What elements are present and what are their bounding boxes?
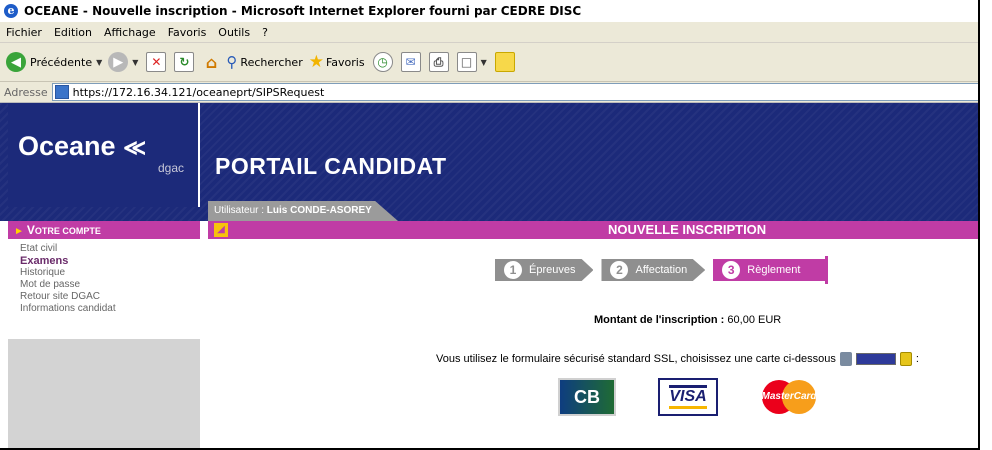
window-title: OCEANE - Nouvelle inscription - Microsof…: [24, 4, 582, 18]
registration-amount: Montant de l'inscription : 60,00 EUR: [594, 314, 781, 326]
user-tab: Utilisateur : Luis CONDE-ASOREY: [208, 201, 398, 221]
favorites-button[interactable]: ★ Favoris: [309, 52, 365, 72]
menu-bar: Fichier Edition Affichage Favoris Outils…: [0, 22, 978, 43]
search-button[interactable]: ⚲ Rechercher: [226, 53, 302, 71]
menu-outils[interactable]: Outils: [212, 26, 256, 39]
logo-subtitle: dgac: [158, 161, 185, 175]
page-icon: [54, 85, 69, 99]
notes-icon[interactable]: [494, 52, 515, 72]
address-input[interactable]: https://172.16.34.121/oceaneprt/SIPSRequ…: [51, 83, 978, 101]
sidebar-menu: Etat civil Examens Historique Mot de pas…: [8, 239, 200, 339]
forward-arrow-icon: ▶: [108, 52, 129, 72]
user-label: Utilisateur :: [214, 205, 265, 216]
refresh-icon[interactable]: ↻: [174, 52, 195, 72]
mail-icon[interactable]: ✉: [400, 52, 421, 72]
steps-progress: 1 Épreuves 2 Affectation 3 Règlement: [495, 256, 836, 284]
back-button[interactable]: ◀ Précédente ▼: [6, 52, 102, 72]
ssl-text: Vous utilisez le formulaire sécurisé sta…: [436, 353, 836, 365]
logo-area[interactable]: Oceane ≪ dgac: [8, 103, 200, 207]
step-affectation: 2 Affectation: [601, 259, 706, 281]
address-bar: Adresse https://172.16.34.121/oceaneprt/…: [0, 82, 978, 103]
mastercard-label: MasterCard: [761, 391, 817, 402]
arrow-icon: ►: [14, 226, 24, 237]
padlock-icon: [899, 352, 912, 366]
sidebar: ► VOTRE COMPTE Etat civil Examens Histori…: [8, 221, 200, 448]
sidebar-item-etat-civil[interactable]: Etat civil: [8, 243, 200, 255]
step-epreuves: 1 Épreuves: [495, 259, 594, 281]
main-header: ◢ NOUVELLE INSCRIPTION: [208, 221, 978, 239]
cb-card-button[interactable]: CB: [558, 378, 616, 416]
sidebar-item-examens[interactable]: Examens: [8, 255, 200, 267]
page-title: NOUVELLE INSCRIPTION: [608, 222, 767, 237]
chevron-down-icon: ▼: [132, 57, 139, 67]
browser-toolbar: ◀ Précédente ▼ ▶ ▼ ✕ ↻ ⌂ ⚲ Rechercher ★ …: [0, 43, 978, 82]
search-label: Rechercher: [240, 55, 303, 69]
menu-affichage[interactable]: Affichage: [98, 26, 162, 39]
ssl-notice: Vous utilisez le formulaire sécurisé sta…: [436, 352, 919, 366]
chevron-down-icon[interactable]: ▼: [481, 58, 487, 67]
address-label: Adresse: [4, 85, 48, 99]
favorites-label: Favoris: [325, 55, 365, 69]
visa-label: VISA: [669, 385, 707, 409]
star-icon: ★: [308, 52, 324, 72]
back-label: Précédente: [30, 55, 93, 69]
page-content: Oceane ≪ dgac PORTAIL CANDIDAT Utilisate…: [0, 103, 978, 448]
amount-label: Montant de l'inscription :: [594, 314, 725, 326]
arrow-icon: ◢: [214, 223, 228, 237]
menu-favoris[interactable]: Favoris: [162, 26, 213, 39]
sidebar-item-historique[interactable]: Historique: [8, 267, 200, 279]
print-icon[interactable]: ⎙: [428, 52, 449, 72]
mastercard-button[interactable]: MasterCard: [760, 378, 818, 416]
chevron-down-icon: ▼: [96, 57, 103, 67]
sidebar-item-retour-site[interactable]: Retour site DGAC: [8, 291, 200, 303]
key-icon: [855, 353, 896, 365]
visa-card-button[interactable]: VISA: [658, 378, 718, 416]
history-icon[interactable]: ◷: [372, 52, 393, 72]
title-bar: e OCEANE - Nouvelle inscription - Micros…: [0, 0, 978, 23]
menu-fichier[interactable]: Fichier: [0, 26, 48, 39]
home-icon[interactable]: ⌂: [202, 53, 220, 72]
address-url: https://172.16.34.121/oceaneprt/SIPSRequ…: [72, 85, 325, 99]
menu-edition[interactable]: Edition: [48, 26, 98, 39]
portal-title: PORTAIL CANDIDAT: [215, 153, 447, 179]
stop-icon[interactable]: ✕: [146, 52, 167, 72]
step-reglement: 3 Règlement: [713, 256, 829, 284]
edit-icon[interactable]: □: [456, 52, 477, 72]
back-arrow-icon: ◀: [6, 52, 26, 72]
user-name: Luis CONDE-ASOREY: [266, 205, 372, 216]
site-banner: Oceane ≪ dgac PORTAIL CANDIDAT Utilisate…: [0, 103, 978, 221]
ie-icon: e: [4, 4, 18, 18]
browser-window: e OCEANE - Nouvelle inscription - Micros…: [0, 0, 980, 450]
logo-text: Oceane ≪: [18, 131, 147, 161]
forward-button[interactable]: ▶ ▼: [108, 52, 138, 72]
computer-lock-icon: [839, 352, 852, 366]
search-icon: ⚲: [226, 53, 238, 71]
cb-label: CB: [574, 386, 600, 407]
menu-help[interactable]: ?: [256, 26, 274, 39]
sidebar-item-informations[interactable]: Informations candidat: [8, 303, 200, 315]
sidebar-heading: ► VOTRE COMPTE: [8, 221, 200, 239]
ssl-suffix: :: [915, 353, 919, 365]
plane-icon: ≪: [123, 135, 147, 160]
amount-value: 60,00 EUR: [727, 314, 782, 326]
sidebar-item-mot-de-passe[interactable]: Mot de passe: [8, 279, 200, 291]
